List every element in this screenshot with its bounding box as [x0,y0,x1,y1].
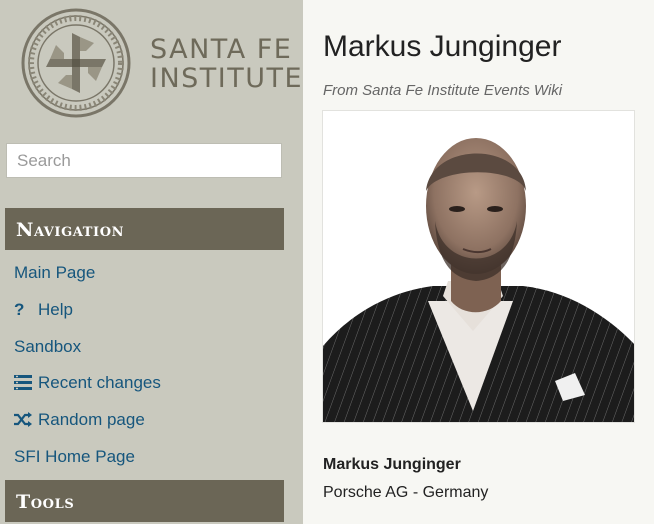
navigation-heading: Navigation [5,208,284,250]
sidebar-item-random-page[interactable]: Random page [14,407,161,444]
tools-heading: Tools [5,480,284,522]
sidebar-item-label: Recent changes [38,373,161,393]
sidebar-item-label: Sandbox [14,336,82,356]
page-subtitle: From Santa Fe Institute Events Wiki [323,82,563,99]
brand-name: SANTA FE INSTITUTE [150,35,303,93]
list-icon [14,370,34,396]
sidebar-item-label: Main Page [14,263,96,282]
sidebar: SANTA FE INSTITUTE Navigation Main Page … [0,0,303,524]
search-input[interactable] [6,143,282,178]
sidebar-item-label: Random page [38,410,145,430]
sfi-seal-icon [21,8,131,118]
sidebar-item-label: Help [38,299,73,319]
sidebar-item-sandbox[interactable]: Sandbox [14,334,161,371]
sidebar-item-recent-changes[interactable]: Recent changes [14,370,161,407]
portrait-image [323,111,634,422]
caption-name: Markus Junginger [323,456,461,473]
sidebar-item-sfi-home-page[interactable]: SFI Home Page [14,444,161,481]
main-content: Markus Junginger From Santa Fe Institute… [303,0,654,524]
page-title: Markus Junginger [323,30,562,63]
question-icon: ? [14,299,25,319]
caption-organization: Porsche AG - Germany [323,484,489,501]
brand-line-1: SANTA FE [150,34,293,65]
navigation-list: Main Page ? Help Sandbox Recent changes R… [14,260,161,481]
brand-line-2: INSTITUTE [150,63,304,94]
sidebar-item-label: SFI Home Page [14,446,135,466]
sfi-logo[interactable]: SANTA FE INSTITUTE [20,7,302,119]
portrait-photo[interactable] [322,110,635,423]
sidebar-item-main-page[interactable]: Main Page [14,260,161,297]
sidebar-item-help[interactable]: ? Help [14,297,161,334]
shuffle-icon [14,407,34,433]
